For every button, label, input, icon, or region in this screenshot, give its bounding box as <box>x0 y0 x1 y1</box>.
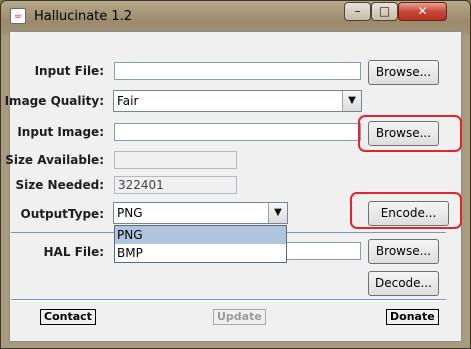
input-image-field[interactable] <box>114 123 361 141</box>
chevron-down-icon[interactable]: ▼ <box>268 203 287 223</box>
size-available-field <box>114 151 237 169</box>
output-type-value: PNG <box>117 206 143 220</box>
decode-button[interactable]: Decode... <box>368 271 439 296</box>
encode-button[interactable]: Encode... <box>368 201 449 226</box>
hal-file-label: HAL File: <box>43 245 104 259</box>
java-cup-icon[interactable]: ☕ <box>10 8 26 24</box>
size-available-label: Size Available: <box>5 153 104 167</box>
title-bar[interactable]: ☕ Hallucinate 1.2 – □ ✕ <box>1 1 470 32</box>
output-type-select[interactable]: PNG ▼ <box>113 202 288 224</box>
separator-highlight <box>11 300 446 301</box>
image-quality-label: Image Quality: <box>4 94 104 108</box>
image-quality-value: Fair <box>117 94 139 108</box>
input-file-browse-button[interactable]: Browse... <box>368 60 439 85</box>
donate-button[interactable]: Donate <box>386 309 439 325</box>
chevron-down-icon[interactable]: ▼ <box>342 91 361 111</box>
size-needed-field: 322401 <box>114 176 237 194</box>
input-image-browse-button[interactable]: Browse... <box>368 121 439 146</box>
input-file-label: Input File: <box>34 64 104 78</box>
input-file-field[interactable] <box>114 62 361 80</box>
maximize-button[interactable]: □ <box>371 2 398 21</box>
size-needed-label: Size Needed: <box>15 178 105 192</box>
option-bmp[interactable]: BMP <box>115 244 286 262</box>
window-title: Hallucinate 1.2 <box>34 9 133 24</box>
update-button: Update <box>213 309 266 325</box>
app-window: ☕ Hallucinate 1.2 – □ ✕ Input File: Brow… <box>0 0 471 349</box>
input-image-label: Input Image: <box>17 125 104 139</box>
minimize-button[interactable]: – <box>344 2 371 21</box>
image-quality-select[interactable]: Fair ▼ <box>113 90 362 112</box>
hal-file-browse-button[interactable]: Browse... <box>368 239 439 264</box>
contact-button[interactable]: Contact <box>40 309 96 325</box>
close-button[interactable]: ✕ <box>398 2 447 21</box>
output-type-dropdown-list[interactable]: PNG BMP <box>114 225 287 263</box>
output-type-label: OutputType: <box>20 207 104 221</box>
option-png[interactable]: PNG <box>115 226 286 244</box>
